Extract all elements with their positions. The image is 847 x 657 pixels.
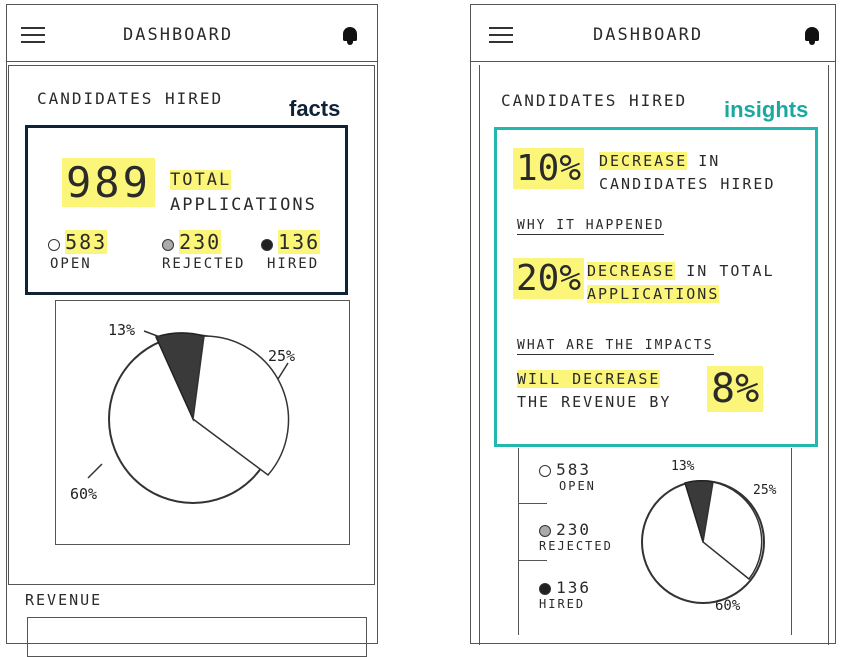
right-notification-bell-icon[interactable] (803, 25, 821, 45)
left-top-bar: DASHBOARD (7, 5, 377, 62)
hired-circle-icon (261, 238, 273, 251)
left-pie-panel: 13% 25% 60% (55, 300, 350, 545)
right-hamburger-menu-icon[interactable] (489, 27, 513, 43)
insight2-value: 20% (513, 258, 585, 299)
total-applications-value: 989 (62, 158, 155, 207)
impacts-title: WHAT ARE THE IMPACTS (517, 338, 714, 355)
right-pie-chart: 13% 25% 60% (641, 459, 777, 614)
insight1-text: DECREASE IN CANDIDATES HIRED (599, 150, 776, 196)
insight1-line2: CANDIDATES HIRED (599, 175, 776, 193)
insight1-in: IN (698, 152, 721, 170)
left-pie-label-13: 13% (108, 321, 135, 339)
stat-rejected: 230 REJECTED (162, 230, 245, 272)
right-section-title: CANDIDATES HIRED (501, 91, 688, 110)
facts-label: facts (289, 96, 341, 121)
stat-hired: 136 HIRED (261, 230, 321, 272)
total-label-line2: APPLICATIONS (170, 195, 317, 215)
open-circle-icon (48, 238, 60, 251)
insight3-line2: THE REVENUE BY (517, 393, 672, 411)
hamburger-menu-icon[interactable] (21, 27, 45, 43)
left-dashboard-title: DASHBOARD (123, 25, 234, 45)
rejected-circle-icon (162, 238, 174, 251)
stat-rejected-label: REJECTED (162, 256, 246, 272)
stat-hired-value: 136 (278, 230, 321, 254)
insight2-in-total: IN TOTAL (686, 262, 775, 280)
right-pie-label-60: 60% (715, 598, 741, 614)
insights-label: insights (724, 97, 809, 122)
left-pie-label-60: 60% (70, 485, 97, 503)
why-title: WHY IT HAPPENED (517, 218, 665, 235)
right-dashboard-title: DASHBOARD (593, 25, 704, 45)
insights-box: 10% DECREASE IN CANDIDATES HIRED WHY IT … (494, 127, 818, 447)
left-pie-chart: 13% 25% 60% (70, 321, 295, 504)
left-pie-leader-13 (143, 330, 161, 338)
insight3-value: 8% (707, 366, 764, 412)
notification-bell-icon[interactable] (341, 25, 359, 45)
left-section-title: CANDIDATES HIRED (37, 89, 224, 108)
left-pie-label-25: 25% (268, 347, 295, 365)
insight2-line2: APPLICATIONS (587, 285, 720, 303)
left-pie-leader-60 (87, 463, 103, 479)
insight1-value: 10% (513, 148, 585, 189)
insight3-line1: WILL DECREASE (517, 370, 661, 388)
stat-hired-label: HIRED (267, 256, 320, 272)
revenue-panel-border (27, 617, 367, 657)
right-top-bar: DASHBOARD (471, 5, 835, 62)
insight3-text: WILL DECREASE THE REVENUE BY (517, 368, 671, 414)
insight2-decrease: DECREASE (587, 262, 676, 280)
insight2-text: DECREASE IN TOTAL APPLICATIONS (587, 260, 775, 306)
right-stats-panel: 583 OPEN 230 REJECTED 136 HIRED 13% 25% … (518, 448, 792, 635)
stat-open-label: OPEN (50, 256, 92, 272)
right-pie-label-25: 25% (753, 483, 777, 498)
stat-open-value: 583 (65, 230, 108, 254)
stat-rejected-value: 230 (179, 230, 222, 254)
right-pie-label-13: 13% (671, 459, 695, 474)
left-pie-leader-25 (277, 362, 289, 380)
facts-box: 989 TOTAL APPLICATIONS 583 OPEN 230 REJE… (25, 125, 348, 295)
total-label-line1: TOTAL (170, 170, 232, 190)
revenue-title: REVENUE (25, 591, 103, 609)
stat-open: 583 OPEN (48, 230, 108, 272)
total-applications-label: TOTAL APPLICATIONS (170, 168, 317, 218)
insight1-decrease: DECREASE (599, 152, 688, 170)
